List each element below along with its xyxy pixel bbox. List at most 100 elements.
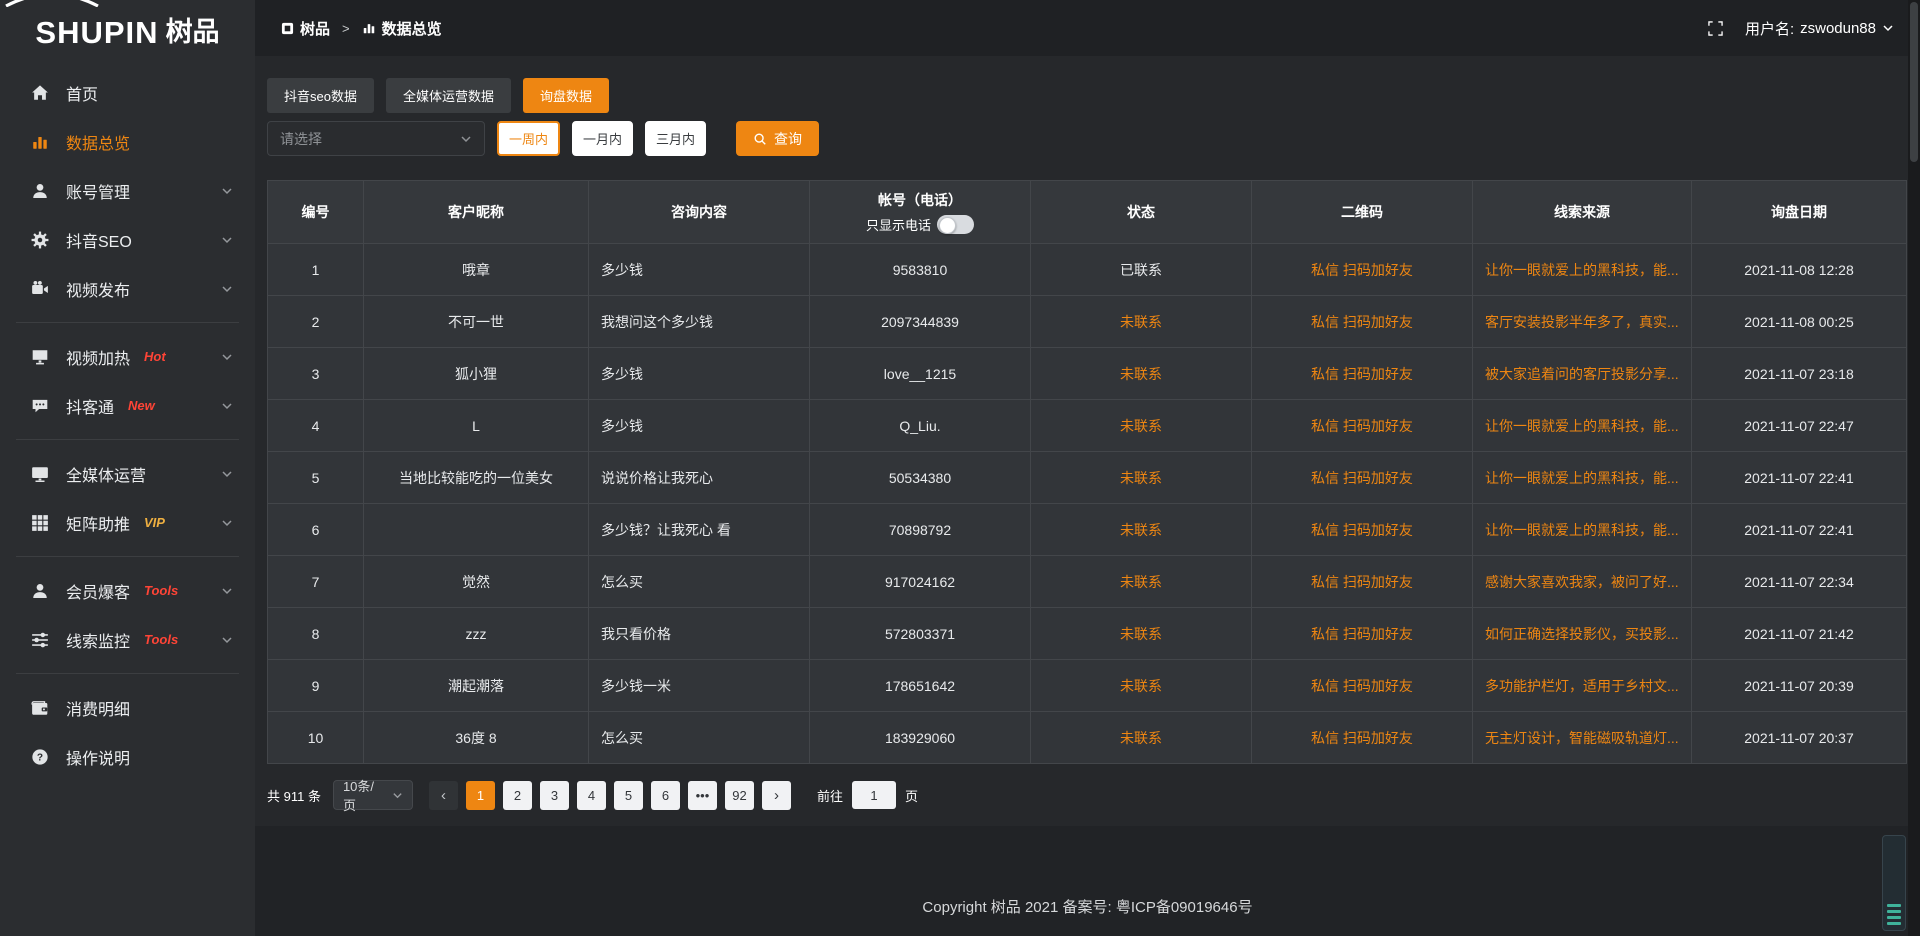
sidebar-item-label: 抖客通: [66, 394, 114, 418]
cell-qrcode-link[interactable]: 私信 扫码加好友: [1252, 244, 1472, 295]
cell-source-link[interactable]: 被大家追着问的客厅投影分享...: [1473, 348, 1691, 399]
prev-page-button[interactable]: ‹: [429, 781, 458, 810]
cell-source-link[interactable]: 多功能护栏灯，适用于乡村文...: [1473, 660, 1691, 711]
page-button-5[interactable]: 5: [614, 781, 643, 810]
sidebar-item-account-manage[interactable]: 账号管理: [0, 166, 255, 215]
filter-select[interactable]: 请选择: [267, 121, 485, 156]
tab-media-operation-data[interactable]: 全媒体运营数据: [386, 78, 511, 113]
cell-account: 917024162: [810, 556, 1030, 607]
sidebar-badge: Tools: [144, 632, 178, 647]
page-button-92[interactable]: 92: [725, 781, 754, 810]
user-icon: [30, 181, 50, 201]
sidebar-item-instructions[interactable]: ?操作说明: [0, 732, 255, 781]
page-size-select[interactable]: 10条/页: [333, 780, 413, 810]
tab-douyin-seo-data[interactable]: 抖音seo数据: [267, 78, 374, 113]
grid-icon: [30, 513, 50, 533]
cell-source-link[interactable]: 如何正确选择投影仪，买投影...: [1473, 608, 1691, 659]
breadcrumb-current[interactable]: 数据总览: [362, 18, 442, 39]
sidebar-item-home[interactable]: 首页: [0, 68, 255, 117]
cell-no: 7: [268, 556, 363, 607]
logo-text-cn: 树品: [166, 19, 220, 46]
cell-qrcode-link[interactable]: 私信 扫码加好友: [1252, 504, 1472, 555]
cell-status: 未联系: [1031, 400, 1251, 451]
cell-content: 多少钱: [589, 400, 809, 451]
sidebar-item-clue-monitor[interactable]: 线索监控Tools: [0, 615, 255, 664]
sidebar-item-member-baoke[interactable]: 会员爆客Tools: [0, 566, 255, 615]
topbar: 树品 > 数据总览 用户名: zswodun88: [255, 0, 1920, 56]
user-menu[interactable]: 用户名: zswodun88: [1745, 18, 1894, 39]
period-button-3[interactable]: 三月内: [645, 121, 706, 156]
pagination: 共 911 条 10条/页 ‹ 123456•••92 › 前往 页: [267, 780, 1908, 810]
cell-qrcode-link[interactable]: 私信 扫码加好友: [1252, 660, 1472, 711]
sidebar-badge: Tools: [144, 583, 178, 598]
cell-status: 未联系: [1031, 660, 1251, 711]
cell-qrcode-link[interactable]: 私信 扫码加好友: [1252, 452, 1472, 503]
cell-content: 我只看价格: [589, 608, 809, 659]
page-button-3[interactable]: 3: [540, 781, 569, 810]
fullscreen-icon[interactable]: [1708, 21, 1723, 36]
cell-date: 2021-11-07 23:18: [1692, 348, 1906, 399]
sidebar-item-data-overview[interactable]: 数据总览: [0, 117, 255, 166]
sidebar-item-douketong[interactable]: 抖客通New: [0, 381, 255, 430]
sidebar-item-matrix-boost[interactable]: 矩阵助推VIP: [0, 498, 255, 547]
cell-source-link[interactable]: 感谢大家喜欢我家，被问了好...: [1473, 556, 1691, 607]
sidebar-item-video-heat[interactable]: 视频加热Hot: [0, 332, 255, 381]
tab-inquiry-data[interactable]: 询盘数据: [523, 78, 609, 113]
data-tabs: 抖音seo数据全媒体运营数据询盘数据: [267, 78, 1908, 113]
sidebar-item-consume-detail[interactable]: 消费明细: [0, 683, 255, 732]
cell-source-link[interactable]: 无主灯设计，智能磁吸轨道灯...: [1473, 712, 1691, 763]
chevron-down-icon: [1882, 22, 1894, 34]
cell-date: 2021-11-07 22:34: [1692, 556, 1906, 607]
cell-qrcode-link[interactable]: 私信 扫码加好友: [1252, 296, 1472, 347]
app-logo: SHUPIN 树品: [0, 0, 255, 58]
cell-source-link[interactable]: 客厅安装投影半年多了，真实...: [1473, 296, 1691, 347]
sidebar-item-douyin-seo[interactable]: 抖音SEO: [0, 215, 255, 264]
column-header-6: 线索来源: [1473, 181, 1691, 243]
cell-source-link[interactable]: 让你一眼就爱上的黑科技，能...: [1473, 452, 1691, 503]
cell-nickname: L: [364, 400, 588, 451]
cell-nickname: 当地比较能吃的一位美女: [364, 452, 588, 503]
goto-label: 前往: [817, 786, 843, 805]
username-label: 用户名:: [1745, 18, 1794, 39]
corner-widget[interactable]: [1882, 835, 1906, 931]
period-button-2[interactable]: 一月内: [572, 121, 633, 156]
sliders-icon: [30, 630, 50, 650]
cell-status: 未联系: [1031, 504, 1251, 555]
cell-content: 怎么买: [589, 556, 809, 607]
page-button-1[interactable]: 1: [466, 781, 495, 810]
sidebar-divider: [16, 673, 239, 674]
sidebar-item-media-operation[interactable]: 全媒体运营: [0, 449, 255, 498]
sidebar: SHUPIN 树品 首页数据总览账号管理抖音SEO视频发布视频加热Hot抖客通N…: [0, 0, 255, 936]
cell-status: 未联系: [1031, 556, 1251, 607]
cell-source-link[interactable]: 让你一眼就爱上的黑科技，能...: [1473, 244, 1691, 295]
cell-source-link[interactable]: 让你一眼就爱上的黑科技，能...: [1473, 504, 1691, 555]
cell-date: 2021-11-07 21:42: [1692, 608, 1906, 659]
chevron-down-icon: [221, 185, 233, 197]
chevron-down-icon: [392, 790, 403, 801]
breadcrumb-root[interactable]: 树品: [281, 18, 330, 39]
cell-qrcode-link[interactable]: 私信 扫码加好友: [1252, 400, 1472, 451]
screen-icon: [30, 347, 50, 367]
cell-source-link[interactable]: 让你一眼就爱上的黑科技，能...: [1473, 400, 1691, 451]
more-pages-button[interactable]: •••: [688, 781, 717, 810]
page-button-6[interactable]: 6: [651, 781, 680, 810]
cell-qrcode-link[interactable]: 私信 扫码加好友: [1252, 712, 1472, 763]
home-icon: [30, 83, 50, 103]
scrollbar-thumb[interactable]: [1910, 2, 1918, 162]
cell-qrcode-link[interactable]: 私信 扫码加好友: [1252, 608, 1472, 659]
search-button[interactable]: 查询: [736, 121, 819, 156]
goto-page-input[interactable]: [852, 781, 896, 809]
cell-content: 多少钱: [589, 244, 809, 295]
sidebar-item-label: 视频加热: [66, 345, 130, 369]
cell-account: 2097344839: [810, 296, 1030, 347]
sidebar-item-video-publish[interactable]: 视频发布: [0, 264, 255, 313]
cell-qrcode-link[interactable]: 私信 扫码加好友: [1252, 348, 1472, 399]
page-button-4[interactable]: 4: [577, 781, 606, 810]
next-page-button[interactable]: ›: [762, 781, 791, 810]
page-button-2[interactable]: 2: [503, 781, 532, 810]
cell-qrcode-link[interactable]: 私信 扫码加好友: [1252, 556, 1472, 607]
gear-icon: [30, 230, 50, 250]
phone-only-toggle[interactable]: [937, 215, 974, 234]
period-button-1[interactable]: 一周内: [497, 121, 560, 156]
app-root: SHUPIN 树品 首页数据总览账号管理抖音SEO视频发布视频加热Hot抖客通N…: [0, 0, 1920, 936]
